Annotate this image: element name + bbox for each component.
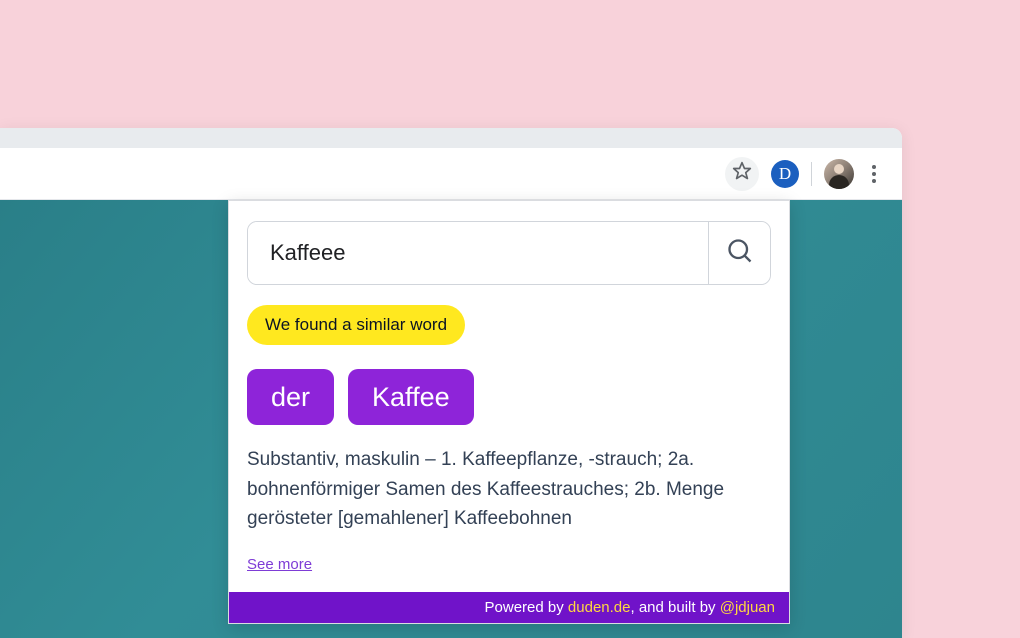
definition-text: Substantiv, maskulin – 1. Kaffeepflanze,… [247, 445, 771, 533]
search-input[interactable] [248, 222, 708, 284]
star-icon [732, 161, 752, 186]
extension-popup: We found a similar word der Kaffee Subst… [228, 200, 790, 624]
word-pill: Kaffee [348, 369, 474, 425]
popup-footer: Powered by duden.de, and built by @jdjua… [229, 592, 789, 623]
browser-window: D [0, 128, 902, 638]
footer-prefix: Powered by [485, 599, 568, 616]
extension-letter: D [779, 164, 791, 184]
page-content: We found a similar word der Kaffee Subst… [0, 200, 902, 638]
article-pill: der [247, 369, 334, 425]
similar-word-notice: We found a similar word [247, 305, 465, 345]
tab-bar [0, 128, 902, 148]
footer-mid: , and built by [631, 599, 720, 616]
browser-toolbar: D [0, 148, 902, 200]
footer-link-author[interactable]: @jdjuan [720, 599, 775, 616]
extension-badge[interactable]: D [771, 160, 799, 188]
search-button[interactable] [708, 222, 770, 284]
search-icon [726, 237, 754, 270]
see-more-link[interactable]: See more [247, 556, 312, 573]
profile-avatar[interactable] [824, 159, 854, 189]
search-row [247, 221, 771, 285]
kebab-menu[interactable] [860, 160, 888, 188]
word-pills: der Kaffee [247, 369, 771, 425]
footer-link-duden[interactable]: duden.de [568, 599, 631, 616]
bookmark-button[interactable] [725, 157, 759, 191]
toolbar-divider [811, 162, 812, 186]
